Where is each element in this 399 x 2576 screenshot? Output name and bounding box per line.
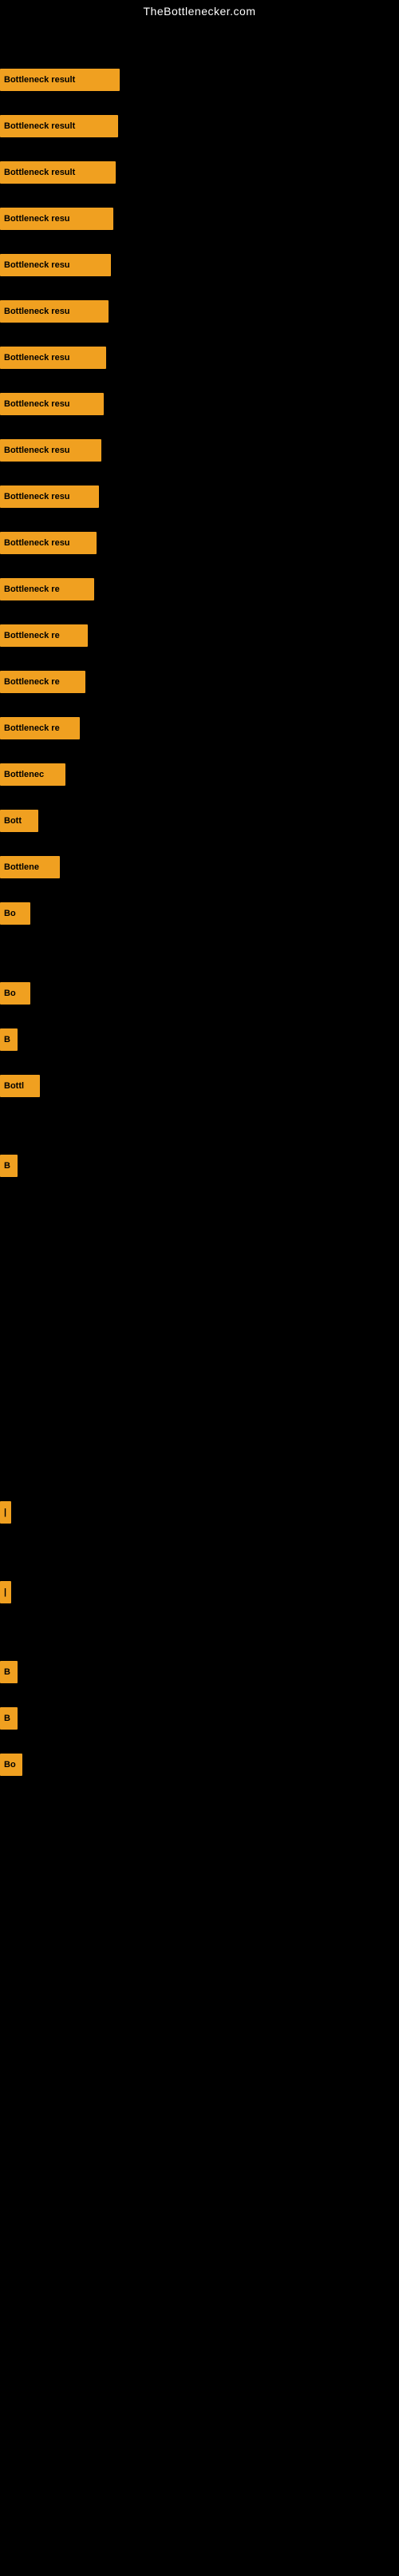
bar-row-9: Bottleneck resu <box>0 482 99 511</box>
bar-label-8: Bottleneck resu <box>0 439 101 462</box>
bar-row-13: Bottleneck re <box>0 668 85 696</box>
bar-label-10: Bottleneck resu <box>0 532 97 554</box>
bar-row-20: B <box>0 1025 18 1054</box>
bar-row-21: Bottl <box>0 1072 40 1100</box>
bar-label-19: Bo <box>0 982 30 1005</box>
bar-row-6: Bottleneck resu <box>0 343 106 372</box>
bar-label-2: Bottleneck result <box>0 161 116 184</box>
bar-label-15: Bottlenec <box>0 763 65 786</box>
bar-row-2: Bottleneck result <box>0 158 116 187</box>
bar-row-8: Bottleneck resu <box>0 436 101 465</box>
bar-row-19: Bo <box>0 979 30 1008</box>
bar-label-4: Bottleneck resu <box>0 254 111 276</box>
bar-label-25: B <box>0 1661 18 1683</box>
bar-label-7: Bottleneck resu <box>0 393 104 415</box>
bar-label-11: Bottleneck re <box>0 578 94 600</box>
bar-label-13: Bottleneck re <box>0 671 85 693</box>
bar-label-23: | <box>0 1501 11 1524</box>
bar-label-5: Bottleneck resu <box>0 300 109 323</box>
bar-label-12: Bottleneck re <box>0 624 88 647</box>
bar-row-24: | <box>0 1578 11 1607</box>
bar-row-15: Bottlenec <box>0 760 65 789</box>
bar-row-5: Bottleneck resu <box>0 297 109 326</box>
bar-label-16: Bott <box>0 810 38 832</box>
bar-row-26: B <box>0 1704 18 1733</box>
bar-row-14: Bottleneck re <box>0 714 80 743</box>
bar-row-16: Bott <box>0 806 38 835</box>
bar-row-4: Bottleneck resu <box>0 251 111 279</box>
bar-row-11: Bottleneck re <box>0 575 94 604</box>
bar-row-1: Bottleneck result <box>0 112 118 141</box>
bar-row-22: B <box>0 1151 18 1180</box>
bar-label-0: Bottleneck result <box>0 69 120 91</box>
site-title: TheBottlenecker.com <box>0 0 399 21</box>
bar-row-23: | <box>0 1498 11 1527</box>
bar-label-9: Bottleneck resu <box>0 485 99 508</box>
bar-row-0: Bottleneck result <box>0 65 120 94</box>
bar-label-1: Bottleneck result <box>0 115 118 137</box>
bar-row-3: Bottleneck resu <box>0 204 113 233</box>
bar-label-3: Bottleneck resu <box>0 208 113 230</box>
bar-label-24: | <box>0 1581 11 1603</box>
bar-row-25: B <box>0 1658 18 1686</box>
bar-row-17: Bottlene <box>0 853 60 882</box>
bar-label-18: Bo <box>0 902 30 925</box>
bar-row-12: Bottleneck re <box>0 621 88 650</box>
bar-label-22: B <box>0 1155 18 1177</box>
bar-row-10: Bottleneck resu <box>0 529 97 557</box>
bar-label-6: Bottleneck resu <box>0 347 106 369</box>
bar-label-21: Bottl <box>0 1075 40 1097</box>
bar-label-14: Bottleneck re <box>0 717 80 739</box>
bar-row-7: Bottleneck resu <box>0 390 104 418</box>
bar-row-18: Bo <box>0 899 30 928</box>
bar-label-20: B <box>0 1028 18 1051</box>
bar-row-27: Bo <box>0 1750 22 1779</box>
bar-label-17: Bottlene <box>0 856 60 878</box>
bar-label-27: Bo <box>0 1754 22 1776</box>
bar-label-26: B <box>0 1707 18 1730</box>
